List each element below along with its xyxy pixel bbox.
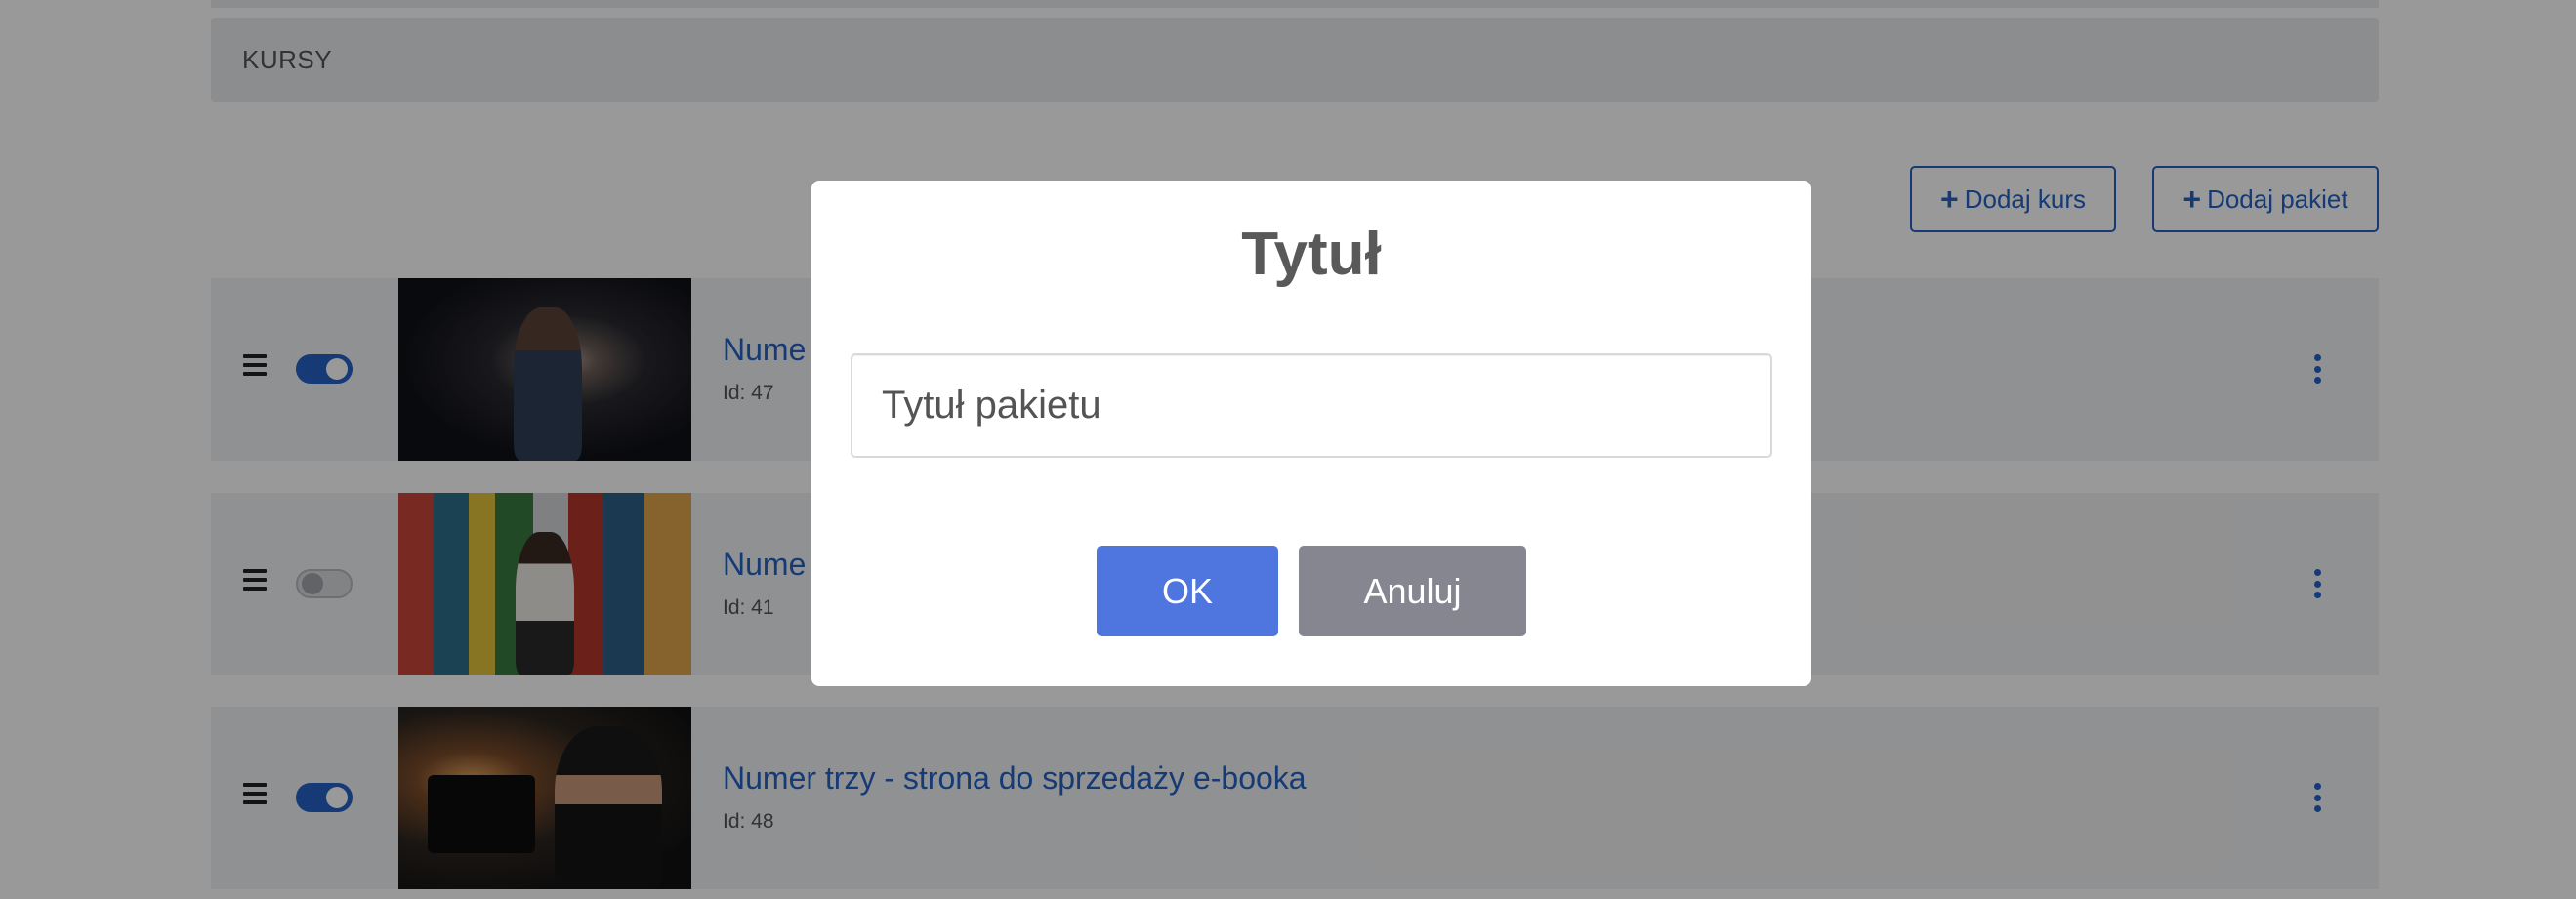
ok-button[interactable]: OK <box>1097 546 1278 636</box>
package-title-input[interactable] <box>851 353 1772 458</box>
cancel-button[interactable]: Anuluj <box>1299 546 1526 636</box>
package-title-dialog: Tytuł OK Anuluj <box>811 181 1811 686</box>
dialog-title: Tytuł <box>1241 221 1382 288</box>
